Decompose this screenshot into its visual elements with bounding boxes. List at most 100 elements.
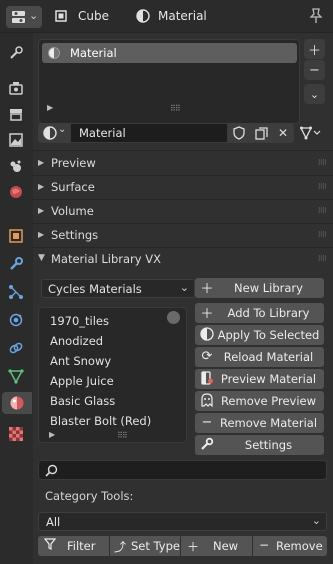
browse-material-button[interactable]: ⌄	[38, 123, 70, 143]
list-resize-grip-icon[interactable]: ⠿⠿	[170, 104, 181, 113]
list-expand-icon[interactable]: ▶	[49, 430, 55, 439]
physics-tab[interactable]	[5, 309, 27, 331]
library-settings-button[interactable]: Settings	[195, 435, 324, 455]
new-library-button[interactable]: ＋ New Library	[195, 278, 324, 298]
drag-handle-icon[interactable]: ⠿⠿	[318, 159, 327, 167]
material-properties-panel: Material ▶ ⠿⠿ ＋ − ⌄ ⌄ Material ✕ ▶ Previ…	[33, 33, 333, 564]
properties-header: ⌄ Cube Material	[0, 0, 333, 33]
reload-icon: ⟳	[201, 348, 213, 364]
editor-type-button[interactable]: ⌄	[6, 6, 42, 28]
world-tab[interactable]	[5, 181, 27, 203]
panel-library-header[interactable]: ▼ Material Library VX ⠿⠿	[33, 247, 333, 271]
output-icon	[10, 109, 22, 121]
preview-icon	[199, 370, 215, 386]
remove-slot-button[interactable]: −	[304, 60, 325, 80]
fake-user-button[interactable]	[228, 123, 250, 143]
list-item[interactable]: Anodized	[50, 334, 103, 348]
list-item[interactable]: Blaster Bolt (Red)	[50, 414, 151, 428]
wrench-icon	[199, 436, 215, 452]
collapse-arrow-icon: ▶	[38, 206, 45, 215]
minus-icon: −	[201, 414, 213, 430]
reload-material-button[interactable]: ⟳ Reload Material	[195, 347, 324, 367]
breadcrumb-material: Material	[158, 9, 207, 23]
preview-material-label: Preview Material	[220, 372, 317, 386]
library-select[interactable]: Cycles Materials ⌄	[41, 279, 195, 298]
pin-icon[interactable]	[309, 8, 323, 24]
list-item[interactable]: Apple Juice	[50, 374, 114, 388]
search-icon	[45, 464, 58, 477]
material-tab-icon	[10, 396, 24, 410]
remove-material-button[interactable]: − Remove Material	[195, 413, 324, 433]
category-select[interactable]: All ⌄	[38, 512, 327, 531]
texture-icon	[9, 427, 23, 441]
material-slot-item[interactable]: Material	[42, 43, 297, 63]
new-library-label: New Library	[234, 281, 303, 295]
view-layer-tab[interactable]	[5, 129, 27, 151]
new-category-button[interactable]: ＋ New	[181, 536, 252, 556]
particles-tab[interactable]	[5, 281, 27, 303]
collapse-arrow-icon: ▶	[38, 158, 45, 167]
object-icon	[55, 10, 67, 22]
apply-to-selected-button[interactable]: Apply To Selected	[195, 325, 324, 345]
panel-surface-header[interactable]: ▶ Surface ⠿⠿	[33, 175, 333, 199]
panel-volume-header[interactable]: ▶ Volume ⠿⠿	[33, 199, 333, 223]
preview-material-button[interactable]: Preview Material	[195, 369, 324, 389]
world-icon	[10, 186, 22, 198]
list-resize-grip-icon[interactable]: ⠿⠿	[117, 431, 128, 440]
list-item[interactable]: Ant Snowy	[50, 354, 111, 368]
scrollbar[interactable]	[167, 311, 180, 324]
drag-handle-icon[interactable]: ⠿⠿	[318, 231, 327, 239]
wrench-icon	[10, 257, 23, 270]
drag-handle-icon[interactable]: ⠿⠿	[318, 183, 327, 191]
add-slot-button[interactable]: ＋	[304, 39, 325, 59]
material-slot-list[interactable]: Material ▶ ⠿⠿	[38, 39, 300, 124]
drag-handle-icon[interactable]: ⠿⠿	[318, 255, 327, 263]
plus-icon: ＋	[200, 306, 214, 322]
output-tab[interactable]	[5, 103, 27, 125]
material-preview-icon	[48, 47, 60, 59]
library-material-list[interactable]: 1970_tiles Anodized Ant Snowy Apple Juic…	[38, 307, 187, 443]
expand-arrow-icon: ▼	[38, 253, 45, 263]
properties-tab-strip	[0, 33, 33, 564]
render-tab[interactable]	[5, 77, 27, 99]
material-tab[interactable]	[2, 392, 32, 414]
plus-icon: ＋	[187, 540, 200, 554]
close-icon: ✕	[277, 126, 289, 140]
list-expand-icon[interactable]: ▶	[47, 103, 53, 112]
texture-tab[interactable]	[5, 423, 27, 445]
plus-icon: ＋	[200, 281, 214, 297]
sort-up-icon: ⤴	[114, 540, 127, 554]
panel-settings-header[interactable]: ▶ Settings ⠿⠿	[33, 223, 333, 247]
unlink-material-button[interactable]: ✕	[272, 123, 294, 143]
panel-library-label: Material Library VX	[51, 252, 161, 266]
add-to-library-button[interactable]: ＋ Add To Library	[195, 303, 324, 323]
object-tab[interactable]	[5, 225, 27, 247]
remove-preview-button[interactable]: Remove Preview	[195, 391, 324, 411]
drag-handle-icon[interactable]: ⠿⠿	[318, 207, 327, 215]
chevron-down-icon: ⌄	[179, 281, 189, 294]
set-type-button[interactable]: ⤴ Set Type	[110, 536, 180, 556]
constraints-tab[interactable]	[5, 337, 27, 359]
apply-to-selected-label: Apply To Selected	[217, 328, 320, 342]
properties-editor-icon	[12, 11, 25, 23]
object-properties-icon	[9, 229, 23, 243]
tool-tab[interactable]	[5, 42, 27, 64]
list-item[interactable]: Basic Glass	[50, 394, 115, 408]
list-item[interactable]: 1970_tiles	[50, 314, 109, 328]
remove-category-button[interactable]: − Remove	[253, 536, 327, 556]
view-layer-icon	[9, 133, 23, 147]
link-type-button[interactable]	[296, 123, 326, 143]
modifiers-tab[interactable]	[5, 253, 27, 275]
data-tab[interactable]	[5, 365, 27, 387]
panel-preview-header[interactable]: ▶ Preview ⠿⠿	[33, 151, 333, 175]
slot-specials-button[interactable]: ⌄	[304, 84, 325, 104]
collapse-arrow-icon: ▶	[38, 182, 45, 191]
scene-tab[interactable]	[5, 155, 27, 177]
remove-category-label: Remove	[276, 539, 323, 553]
duplicate-material-button[interactable]	[250, 123, 272, 143]
filter-button[interactable]: Filter	[38, 536, 109, 556]
tool-icon	[10, 46, 23, 59]
material-name-field[interactable]: Material	[70, 123, 228, 143]
reload-material-label: Reload Material	[223, 350, 314, 364]
search-input[interactable]	[38, 460, 327, 480]
